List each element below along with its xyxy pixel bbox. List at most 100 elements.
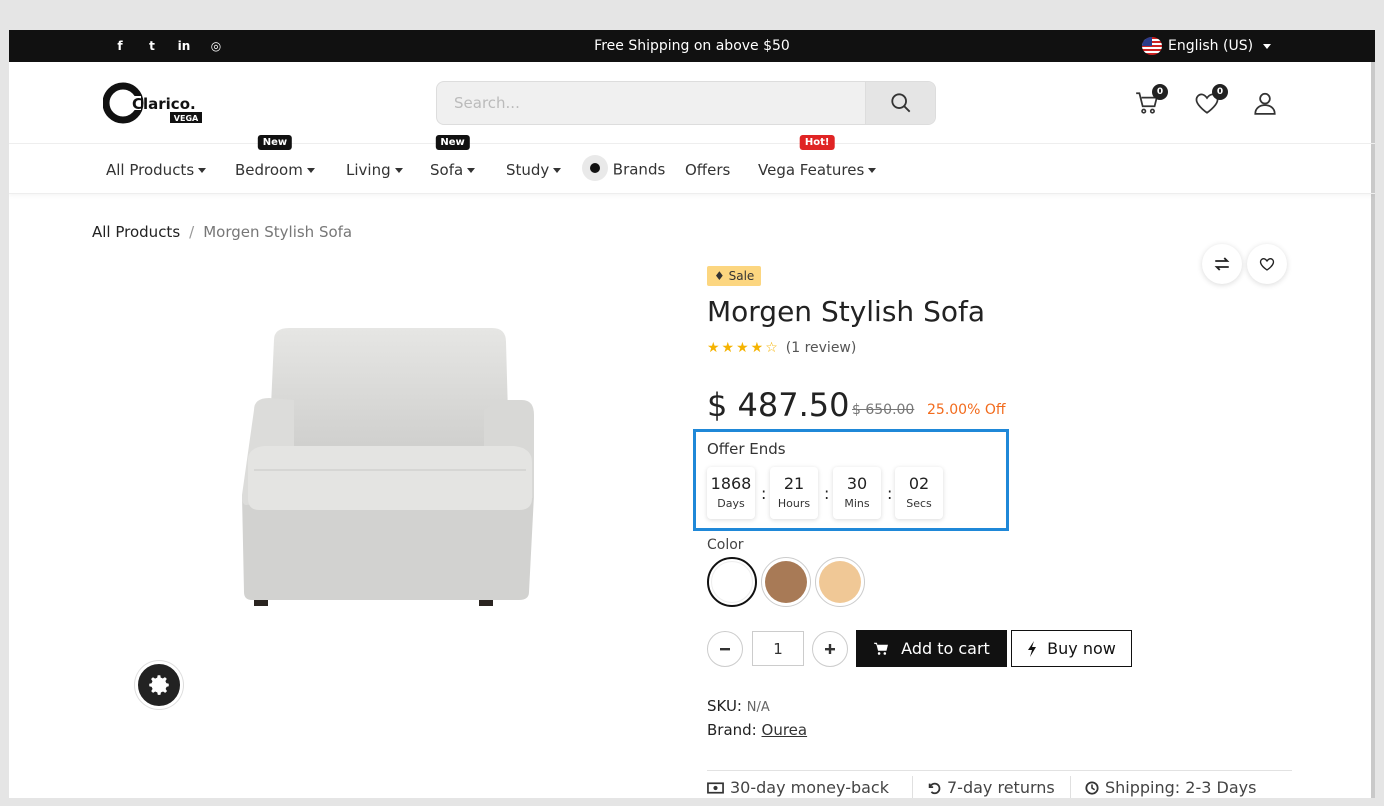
nav-bedroom[interactable]: New Bedroom <box>235 135 315 179</box>
chevron-down-icon <box>394 168 403 173</box>
nav-living[interactable]: Living <box>346 161 403 179</box>
nav-all-products[interactable]: All Products <box>106 161 207 179</box>
cart-count-badge: 0 <box>1152 84 1168 100</box>
settings-button[interactable] <box>135 661 183 709</box>
us-flag-icon <box>1142 37 1162 55</box>
nav-label: Brands <box>612 160 666 179</box>
add-to-cart-label: Add to cart <box>901 639 990 658</box>
increase-quantity-button[interactable] <box>812 631 848 667</box>
user-icon <box>1254 92 1276 115</box>
nav-label: Sofa <box>430 161 464 179</box>
search-button[interactable] <box>865 82 935 124</box>
divider <box>912 776 913 798</box>
minus-icon <box>720 648 730 651</box>
nav-label: All Products <box>106 161 195 179</box>
decrease-quantity-button[interactable] <box>707 631 743 667</box>
search-icon <box>891 93 910 113</box>
countdown-label: Days <box>717 497 745 510</box>
countdown-hours: 21 Hours <box>770 467 818 519</box>
nav-brands[interactable]: Brands <box>582 155 666 183</box>
breadcrumb-current: Morgen Stylish Sofa <box>203 223 353 241</box>
countdown-separator: : <box>761 484 767 503</box>
account-button[interactable] <box>1252 90 1280 118</box>
color-swatch-tan[interactable] <box>815 557 865 607</box>
chevron-down-icon <box>467 168 476 173</box>
nav-sofa[interactable]: New Sofa <box>430 135 476 179</box>
countdown-label: Mins <box>844 497 870 510</box>
search-input[interactable] <box>437 82 866 124</box>
logo-sub: VEGA <box>174 114 199 123</box>
swatch-fill <box>765 561 807 603</box>
feature-text: Shipping: 2-3 Days <box>1105 778 1257 797</box>
buy-now-button[interactable]: Buy now <box>1011 630 1132 667</box>
countdown-separator: : <box>887 484 893 503</box>
breadcrumb-all-products[interactable]: All Products <box>92 223 180 241</box>
chevron-down-icon <box>553 168 562 173</box>
add-to-cart-button[interactable]: Add to cart <box>856 630 1007 667</box>
heart-icon <box>1259 258 1275 271</box>
buy-now-label: Buy now <box>1047 639 1116 658</box>
sku-value: N/A <box>746 700 770 715</box>
old-price: $ 650.00 <box>852 402 915 418</box>
logo[interactable]: Clarico. VEGA <box>102 82 213 126</box>
chevron-down-icon <box>1263 43 1272 49</box>
header: Clarico. VEGA 0 0 <box>9 62 1375 144</box>
star-rating-icon: ★★★★☆ <box>707 340 780 356</box>
product-image[interactable] <box>234 320 534 610</box>
breadcrumb: All Products / Morgen Stylish Sofa <box>92 223 352 241</box>
chevron-down-icon <box>868 168 877 173</box>
swatch-fill <box>819 561 861 603</box>
color-swatch-brown[interactable] <box>761 557 811 607</box>
brand-row: Brand: Ourea <box>707 721 807 739</box>
language-selector[interactable]: English (US) <box>1142 37 1272 55</box>
discount-label: 25.00% Off <box>927 402 1006 418</box>
add-to-wishlist-button[interactable] <box>1247 244 1287 284</box>
new-badge: New <box>435 135 470 150</box>
brand-link[interactable]: Ourea <box>762 721 808 739</box>
divider <box>707 770 1292 771</box>
countdown-days: 1868 Days <box>707 467 755 519</box>
nav-label: Offers <box>685 161 731 179</box>
cart-button[interactable]: 0 <box>1134 84 1168 118</box>
hot-badge: Hot! <box>799 135 835 150</box>
brands-icon <box>582 155 608 181</box>
nav-label: Vega Features <box>758 161 865 179</box>
current-price: $ 487.50 <box>707 386 850 424</box>
offer-label: Offer Ends <box>707 440 786 458</box>
feature-returns: 7-day returns <box>927 778 1055 797</box>
brand-label: Brand: <box>707 721 757 739</box>
feature-shipping: Shipping: 2-3 Days <box>1085 778 1256 797</box>
countdown-mins: 30 Mins <box>833 467 881 519</box>
nav-label: Living <box>346 161 391 179</box>
nav-study[interactable]: Study <box>506 161 562 179</box>
sale-badge: ♦ Sale <box>707 266 762 286</box>
nav-offers[interactable]: Offers <box>685 161 730 179</box>
wishlist-button[interactable]: 0 <box>1194 84 1228 118</box>
compare-button[interactable] <box>1202 244 1242 284</box>
clock-icon <box>1085 780 1099 795</box>
money-icon <box>707 781 724 794</box>
countdown-value: 30 <box>846 474 868 493</box>
sku-row: SKU: N/A <box>707 697 770 715</box>
chevron-down-icon <box>198 168 207 173</box>
color-label: Color <box>707 537 744 553</box>
tag-icon: ♦ <box>714 269 725 283</box>
quantity-input[interactable] <box>752 631 804 666</box>
feature-money-back: 30-day money-back <box>707 778 889 797</box>
new-badge: New <box>257 135 293 150</box>
compare-icon <box>1214 257 1230 271</box>
nav-vega-features[interactable]: Hot! Vega Features <box>758 135 877 179</box>
divider <box>1070 776 1071 798</box>
product-title: Morgen Stylish Sofa <box>707 295 985 328</box>
plus-icon <box>825 644 835 654</box>
search-bar <box>436 81 936 125</box>
rating[interactable]: ★★★★☆ (1 review) <box>707 340 856 356</box>
nav-label: Study <box>506 161 550 179</box>
countdown-value: 21 <box>783 474 805 493</box>
sale-label: Sale <box>728 269 755 283</box>
undo-icon <box>928 782 941 794</box>
nav-label: Bedroom <box>235 161 303 179</box>
color-swatch-white[interactable] <box>707 557 757 607</box>
offer-countdown: Offer Ends 1868 Days : 21 Hours : 30 Min… <box>693 429 1009 531</box>
logo-text: Clarico. <box>132 95 196 113</box>
